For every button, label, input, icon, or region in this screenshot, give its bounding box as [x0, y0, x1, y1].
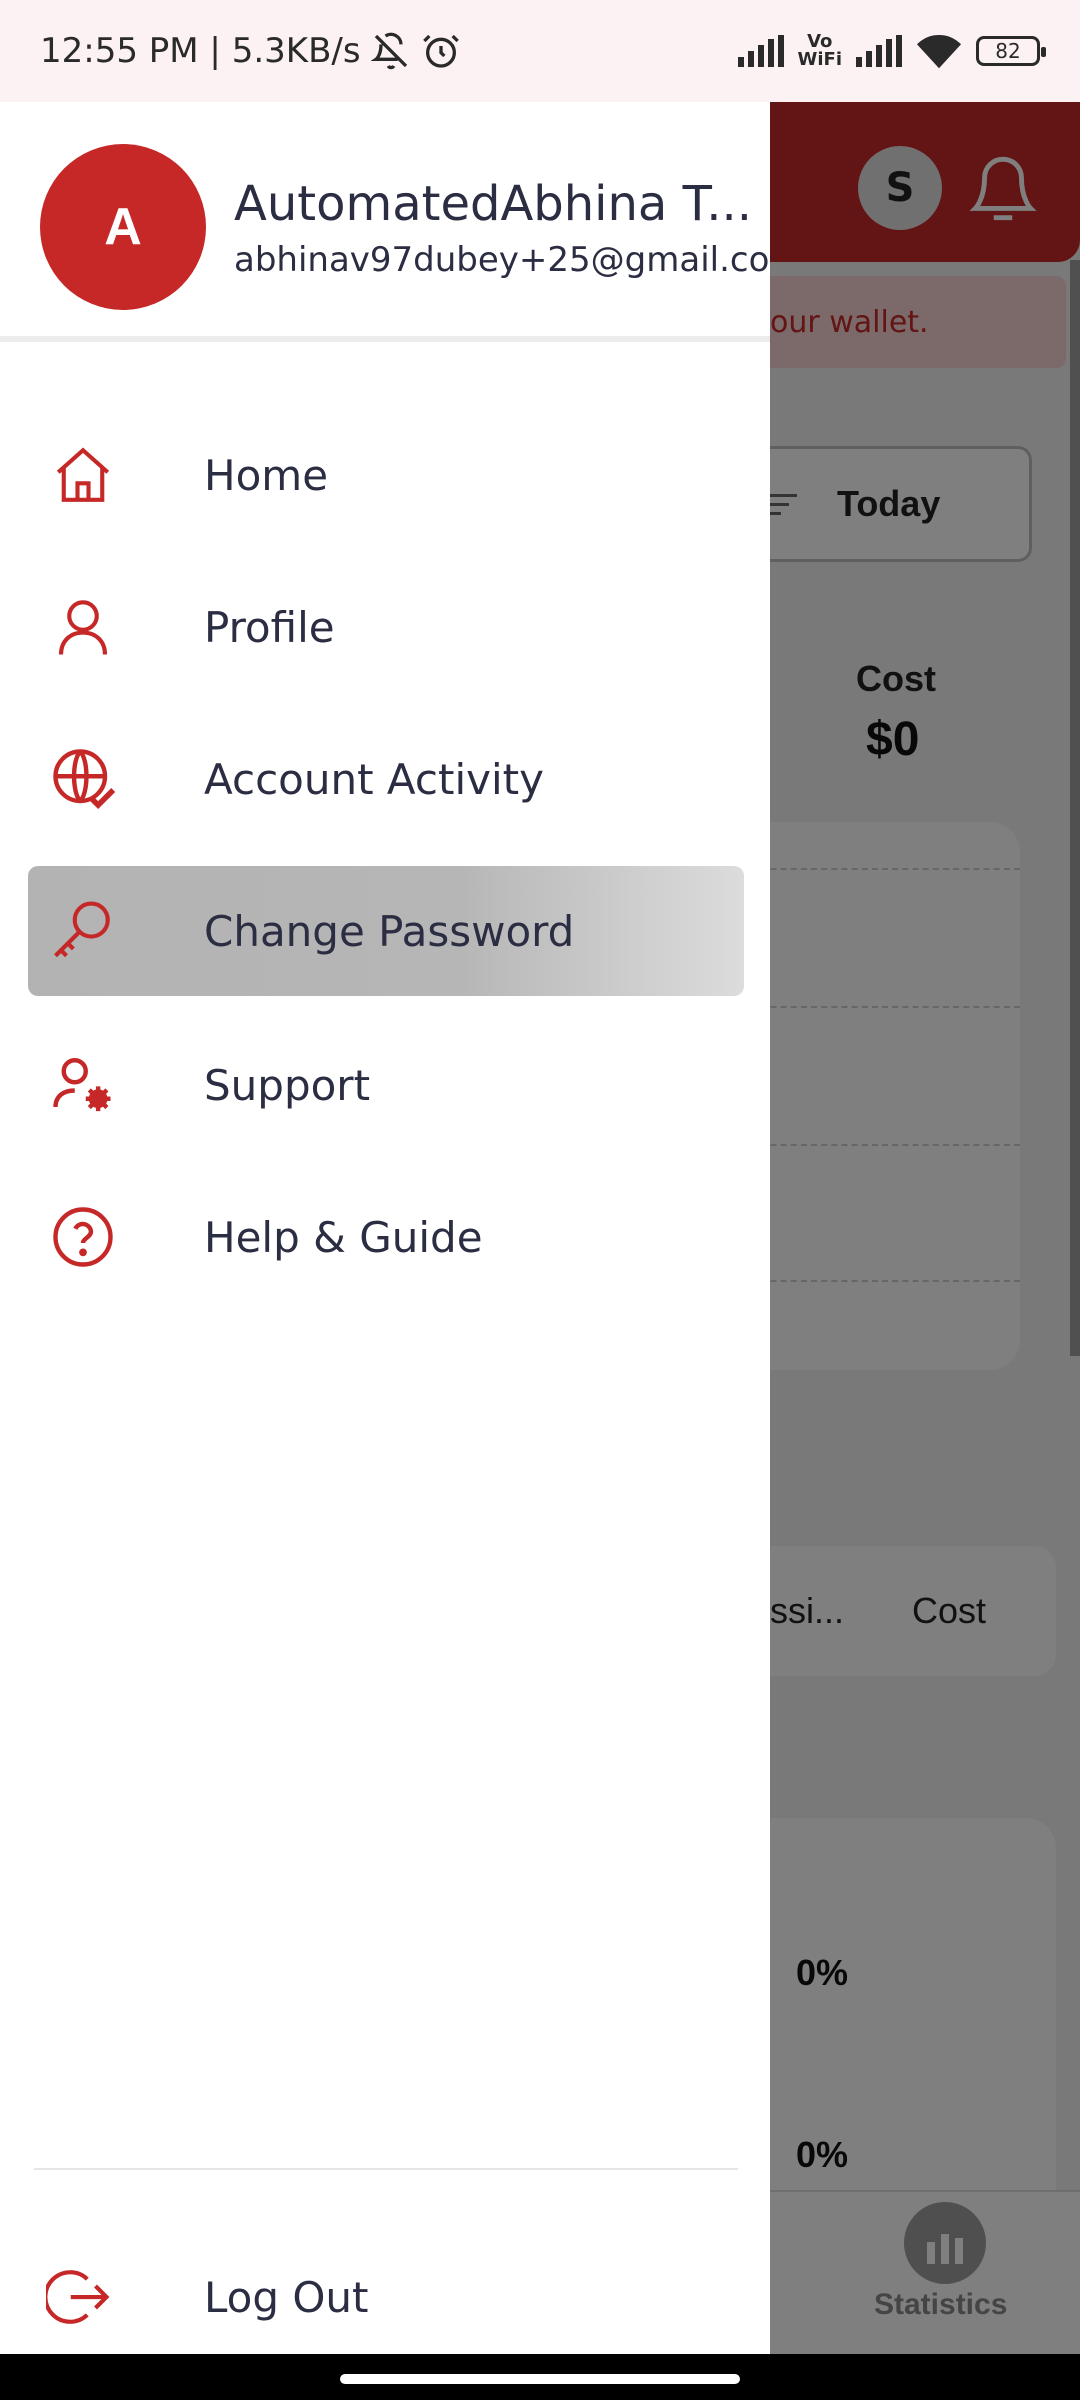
alarm-icon [422, 34, 459, 68]
menu-item-change-password[interactable]: Change Password [28, 866, 744, 996]
battery-level: 82 [995, 39, 1021, 63]
logout-icon [46, 2270, 110, 2324]
home-gesture-pill[interactable] [340, 2374, 740, 2384]
help-circle-icon [53, 1207, 113, 1267]
menu-item-home[interactable]: Home [0, 410, 770, 540]
menu-label-help-guide: Help & Guide [204, 1212, 483, 1262]
battery-icon: 82 [976, 36, 1046, 66]
menu-label-account-activity: Account Activity [204, 754, 544, 804]
vowifi-bottom: WiFi [797, 49, 843, 70]
user-gear-icon [53, 1058, 111, 1112]
menu-item-profile[interactable]: Profile [0, 562, 770, 692]
vowifi-indicator: Vo WiFi [798, 33, 843, 69]
wifi-icon [916, 34, 962, 69]
menu-item-help-guide[interactable]: Help & Guide [0, 1172, 770, 1302]
menu-label-profile: Profile [204, 602, 335, 652]
key-icon [54, 901, 110, 958]
menu-label-change-password: Change Password [204, 906, 575, 956]
drawer-profile-header: A AutomatedAbhina T... abhinav97dubey+25… [0, 102, 770, 342]
user-email: abhinav97dubey+25@gmail.com [234, 240, 770, 280]
bell-off-icon [370, 32, 407, 70]
menu-label-support: Support [204, 1060, 371, 1110]
navigation-drawer: A AutomatedAbhina T... abhinav97dubey+25… [0, 102, 770, 2354]
menu-item-account-activity[interactable]: Account Activity [0, 714, 770, 844]
signal-icon-2 [856, 35, 902, 67]
scrollbar [1070, 260, 1080, 1356]
signal-icon [737, 35, 784, 67]
logout-label: Log Out [204, 2272, 369, 2322]
menu-item-support[interactable]: Support [0, 1020, 770, 1150]
user-name: AutomatedAbhina T... [234, 176, 752, 232]
logout-divider [34, 2168, 738, 2170]
user-icon [58, 600, 108, 655]
avatar: A [40, 144, 206, 310]
globe-check-icon [53, 749, 116, 810]
home-icon [56, 447, 110, 502]
status-time-speed: 12:55 PM | 5.3KB/s [40, 31, 361, 71]
menu-label-home: Home [204, 450, 329, 500]
logout-button[interactable]: Log Out [0, 2242, 770, 2352]
status-bar: 12:55 PM | 5.3KB/s Vo WiFi 82 [0, 0, 1080, 102]
